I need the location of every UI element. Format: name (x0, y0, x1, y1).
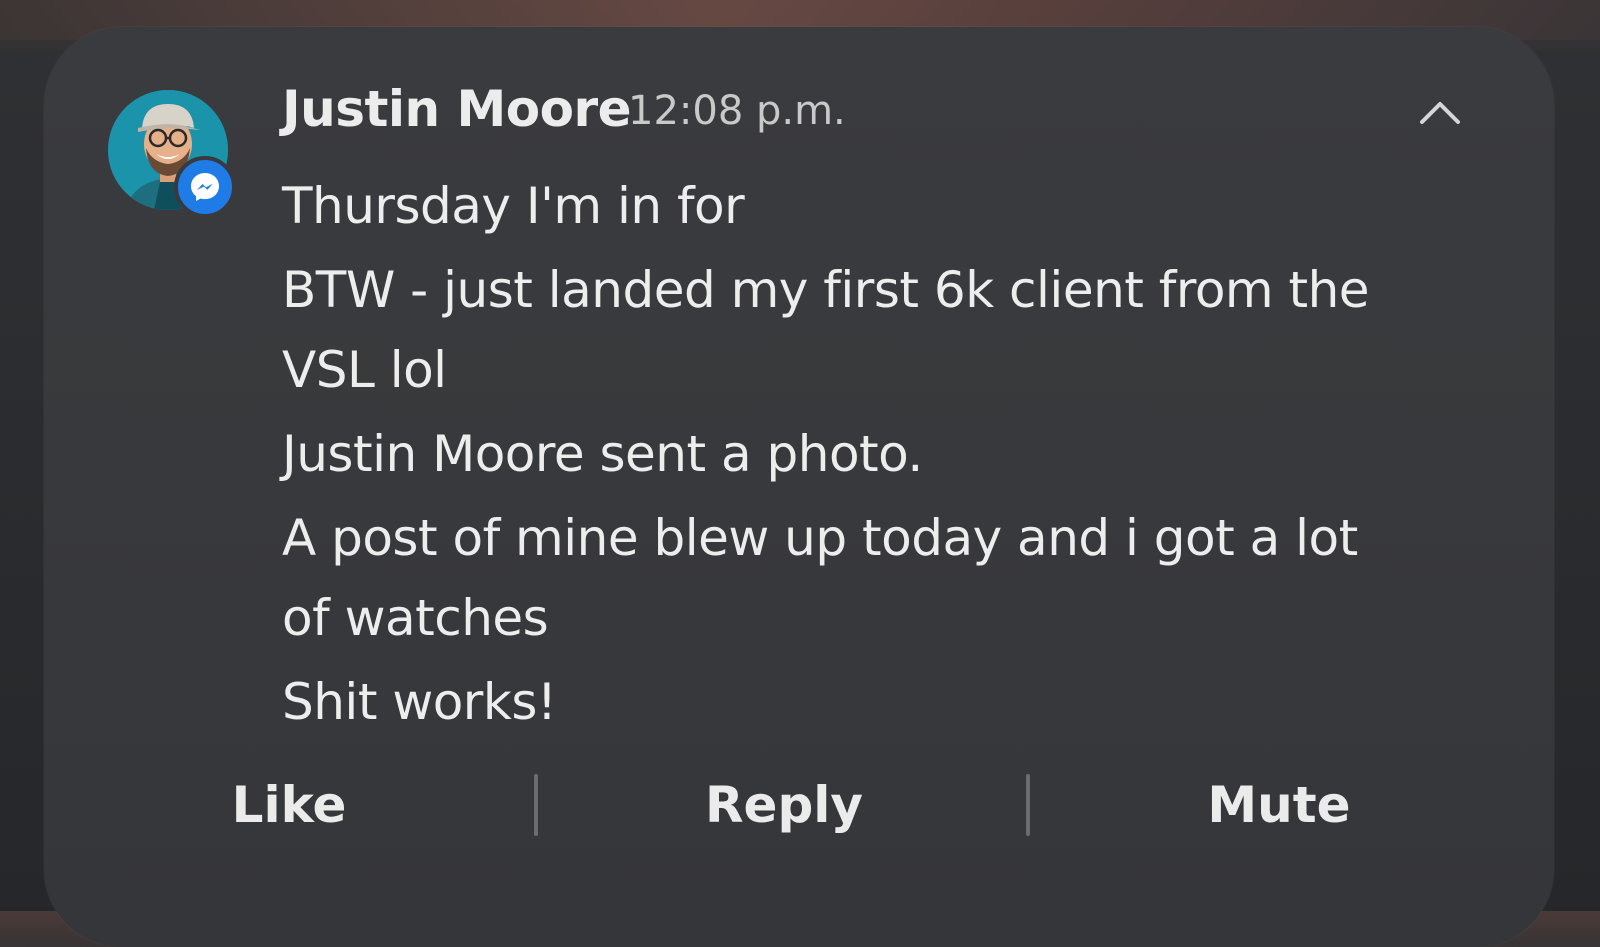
like-button[interactable]: Like (194, 760, 384, 850)
timestamp: 12:08 p.m. (628, 88, 846, 134)
messenger-icon (174, 156, 236, 218)
notification-actions: Like Reply Mute (44, 760, 1554, 850)
reply-button[interactable]: Reply (684, 760, 884, 850)
message-text: A post of mine blew up today and i got a… (282, 509, 1358, 647)
divider (534, 774, 538, 836)
message-text: Shit works! (282, 673, 557, 731)
divider (1026, 774, 1030, 836)
message-text: BTW - just landed my first 6k client fro… (282, 261, 1370, 399)
message-text: Thursday I'm in for (282, 177, 745, 235)
collapse-button[interactable] (1412, 88, 1468, 136)
mute-button[interactable]: Mute (1174, 760, 1384, 850)
message-text: Justin Moore sent a photo. (282, 425, 923, 483)
message-list: Thursday I'm in for BTW - just landed my… (282, 166, 1402, 746)
sender-name: Justin Moore (282, 80, 632, 138)
chevron-up-icon (1420, 102, 1460, 124)
messenger-glyph (191, 173, 219, 201)
